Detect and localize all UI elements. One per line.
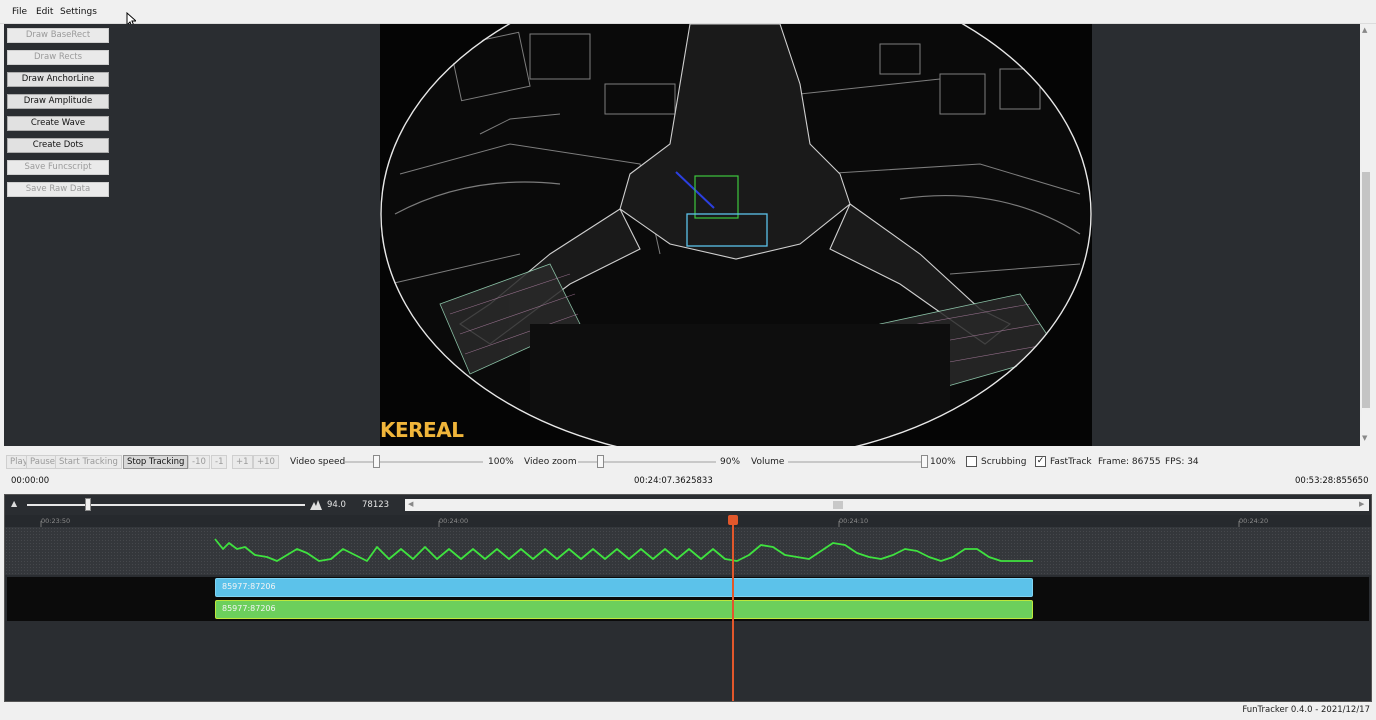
timeline-frame-count: 78123	[362, 500, 390, 510]
video-zoom-slider-thumb[interactable]	[597, 455, 604, 468]
timeline-horizontal-scrollbar[interactable]: ◀ ▶	[405, 499, 1369, 511]
draw-amplitude-button[interactable]: Draw Amplitude	[7, 94, 109, 109]
time-start: 00:00:00	[11, 476, 50, 486]
draw-baserect-button[interactable]: Draw BaseRect	[7, 28, 109, 43]
timeline-zoom-slider[interactable]	[27, 504, 305, 506]
timeline-zoom-value: 94.0	[327, 500, 346, 510]
volume-slider-thumb[interactable]	[921, 455, 928, 468]
timeline-scroll-thumb[interactable]	[833, 501, 843, 509]
menu-settings[interactable]: Settings	[60, 7, 97, 17]
video-scene	[380, 24, 1092, 446]
scroll-up-icon[interactable]: ▲	[1362, 26, 1367, 34]
stop-tracking-button[interactable]: Stop Tracking	[123, 455, 189, 469]
fasttrack-label: FastTrack	[1050, 457, 1092, 467]
time-current: 00:24:07.3625833	[634, 476, 713, 486]
tick-label: 00:23:50	[41, 517, 71, 525]
scrubbing-label: Scrubbing	[981, 457, 1027, 467]
tick-label: 00:24:20	[1239, 517, 1269, 525]
playhead-handle[interactable]	[728, 515, 738, 525]
workspace-vertical-scrollbar[interactable]: ▲ ▼	[1360, 24, 1372, 446]
version-label: FunTracker 0.4.0 - 2021/12/17	[1242, 705, 1370, 715]
video-frame[interactable]: KEREAL	[380, 24, 1092, 446]
status-bar: FunTracker 0.4.0 - 2021/12/17	[0, 702, 1376, 720]
create-dots-button[interactable]: Create Dots	[7, 138, 109, 153]
funscript-wave-area[interactable]	[5, 527, 1371, 575]
video-watermark-logo: KEREAL	[380, 418, 464, 442]
time-end: 00:53:28:855650	[1295, 476, 1369, 486]
scroll-thumb[interactable]	[1362, 172, 1370, 408]
scrubbing-checkbox[interactable]	[966, 456, 977, 467]
draw-rects-button[interactable]: Draw Rects	[7, 50, 109, 65]
timeline-panel: ▲ 94.0 78123 ◀ ▶ 00:23:50 00:24:00 00:24…	[4, 494, 1372, 702]
menu-bar: File Edit Settings	[0, 0, 1376, 24]
start-tracking-button[interactable]: Start Tracking	[55, 455, 122, 469]
playhead[interactable]	[732, 515, 734, 701]
menu-file[interactable]: File	[12, 7, 27, 17]
menu-edit[interactable]: Edit	[36, 7, 53, 17]
frame-counter: Frame: 86755	[1098, 457, 1161, 467]
tick-label: 00:24:00	[439, 517, 469, 525]
video-speed-value: 100%	[488, 457, 514, 467]
timeline-ruler[interactable]: 00:23:50 00:24:00 00:24:10 00:24:20	[5, 515, 1371, 527]
zoom-out-icon[interactable]: ▲	[11, 499, 17, 508]
save-raw-data-button[interactable]: Save Raw Data	[7, 182, 109, 197]
volume-label: Volume	[751, 457, 785, 467]
draw-anchorline-button[interactable]: Draw AnchorLine	[7, 72, 109, 87]
video-speed-slider-thumb[interactable]	[373, 455, 380, 468]
scroll-right-icon[interactable]: ▶	[1359, 500, 1364, 508]
step-minus10-button[interactable]: -10	[188, 455, 210, 469]
save-funcscript-button[interactable]: Save Funcscript	[7, 160, 109, 175]
step-minus1-button[interactable]: -1	[211, 455, 228, 469]
step-plus10-button[interactable]: +10	[253, 455, 279, 469]
scroll-down-icon[interactable]: ▼	[1362, 434, 1367, 442]
tick-label: 00:24:10	[839, 517, 869, 525]
timeline-toolbar: ▲ 94.0 78123 ◀ ▶	[5, 495, 1371, 515]
fasttrack-checkbox[interactable]: ✓	[1035, 456, 1046, 467]
funscript-waveform	[214, 538, 1033, 562]
zoom-in-icon[interactable]	[310, 499, 322, 510]
video-zoom-label: Video zoom	[524, 457, 577, 467]
create-wave-button[interactable]: Create Wave	[7, 116, 109, 131]
video-zoom-value: 90%	[720, 457, 741, 467]
playback-controls: Play Pause Start Tracking Stop Tracking …	[0, 446, 1376, 494]
timeline-zoom-thumb[interactable]	[85, 498, 91, 511]
tracking-segment-bar-blue[interactable]: 85977:87206	[215, 578, 1033, 597]
video-speed-label: Video speed	[290, 457, 346, 467]
volume-value: 100%	[930, 457, 956, 467]
video-speed-slider[interactable]	[345, 461, 483, 463]
step-plus1-button[interactable]: +1	[232, 455, 253, 469]
fps-counter: FPS: 34	[1165, 457, 1199, 467]
volume-slider[interactable]	[788, 461, 928, 463]
scroll-left-icon[interactable]: ◀	[408, 500, 413, 508]
tracking-segment-bar-green[interactable]: 85977:87206	[215, 600, 1033, 619]
